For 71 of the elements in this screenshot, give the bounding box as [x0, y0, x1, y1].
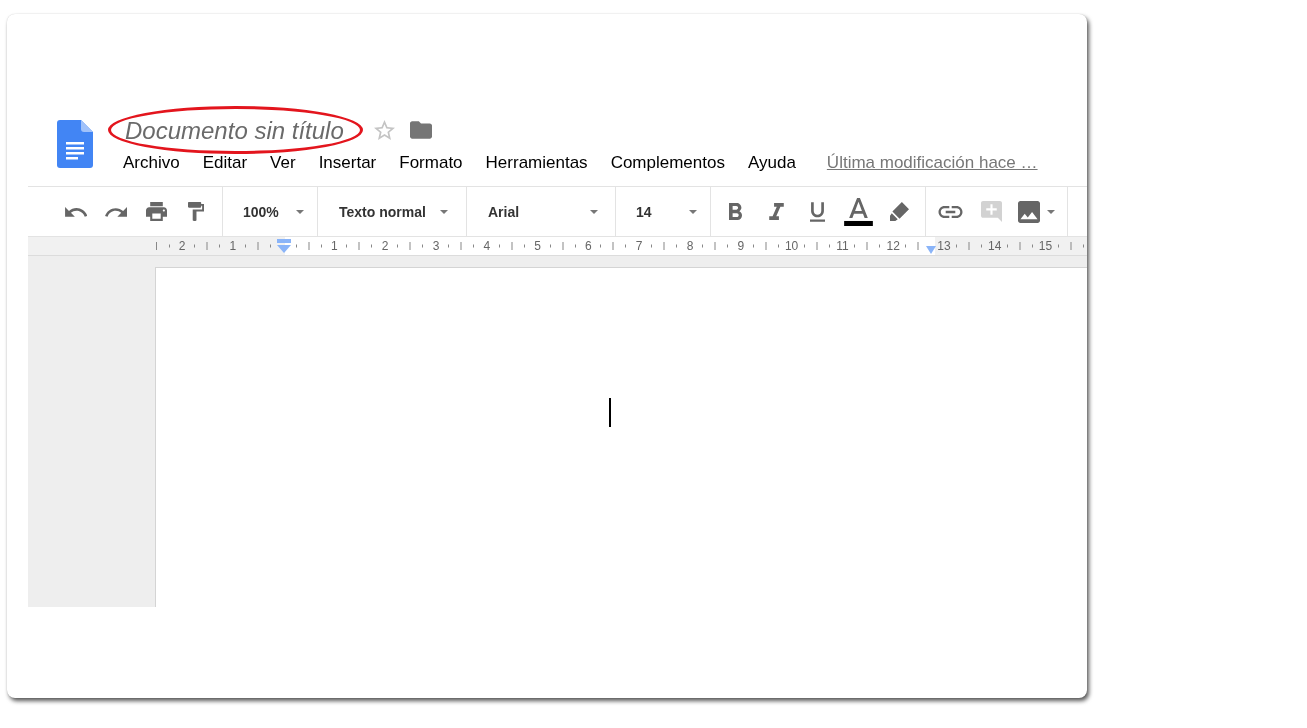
ruler-ticks-icon [295, 242, 322, 250]
ruler-number: 2 [381, 239, 389, 253]
folder-icon[interactable] [409, 121, 432, 139]
ruler-ticks-icon [701, 242, 728, 250]
ruler-number: 12 [886, 239, 900, 253]
ruler-ticks-icon [600, 242, 627, 250]
ruler-ticks-icon [156, 242, 170, 250]
caret-icon [1047, 209, 1055, 214]
ruler-number: 8 [686, 239, 694, 253]
ruler-number: 9 [737, 239, 745, 253]
ruler-ticks-icon [549, 242, 576, 250]
ruler-number: 11 [836, 239, 849, 253]
ruler-number: 5 [534, 239, 541, 253]
menu-item[interactable]: Ver [258, 153, 308, 173]
ruler-number: 14 [988, 239, 1002, 253]
document-icon[interactable] [57, 120, 93, 168]
image-icon [1018, 200, 1040, 223]
ruler-ticks-icon [752, 242, 779, 250]
document-title[interactable]: Documento sin título [125, 115, 344, 145]
menu-item[interactable]: Formato [387, 153, 475, 173]
undo-icon [65, 206, 87, 217]
font-dropdown[interactable]: Arial [467, 187, 615, 236]
ruler-number: 13 [937, 239, 951, 253]
ruler-ticks-icon [498, 242, 525, 250]
ruler-ticks-icon [905, 242, 920, 250]
font-size-dropdown[interactable]: 14 [616, 187, 710, 236]
ruler-ticks-icon [803, 242, 830, 250]
ruler-number: 2 [178, 239, 186, 253]
link-icon [937, 205, 963, 218]
ruler-ticks-icon [1057, 242, 1084, 250]
menu-item[interactable]: Ayuda [736, 153, 808, 173]
ruler-ticks-icon [854, 242, 881, 250]
zoom-dropdown[interactable]: 100% [223, 187, 317, 236]
ruler-ticks-icon [194, 242, 220, 250]
caret-icon [590, 209, 598, 214]
caret-icon [440, 209, 448, 214]
menu-item[interactable]: Complementos [599, 153, 737, 173]
indent-marker-icon[interactable] [276, 239, 291, 253]
indent-marker-icon[interactable] [925, 246, 936, 254]
redo-icon [105, 206, 127, 217]
menu-item[interactable]: Archivo [111, 153, 192, 173]
caret-icon [296, 209, 304, 214]
ruler-ticks-icon [1006, 242, 1033, 250]
printer-icon [145, 202, 167, 221]
paint-roller-icon [188, 202, 204, 221]
marker-icon [889, 202, 909, 221]
ruler-ticks-icon [346, 242, 373, 250]
ruler-number: 4 [483, 239, 491, 253]
bold-icon [728, 203, 742, 220]
menu-item[interactable]: Insertar [307, 153, 388, 173]
ruler-number: 1 [331, 239, 338, 253]
underline-icon [809, 201, 825, 222]
ruler-ticks-icon [955, 242, 982, 250]
ruler-ticks-icon [397, 242, 424, 250]
ruler-ticks-icon [244, 242, 271, 250]
style-dropdown[interactable]: Texto normal [318, 187, 466, 236]
caret-icon [689, 209, 697, 214]
ruler-number: 6 [585, 239, 592, 253]
star-icon[interactable] [373, 120, 395, 140]
menu-item[interactable]: Editar [191, 153, 259, 173]
ruler-ticks-icon [448, 242, 474, 250]
ruler-number: 7 [635, 239, 643, 253]
menu-item[interactable]: Herramientas [474, 153, 600, 173]
italic-icon [768, 203, 784, 220]
ruler-number: 3 [432, 239, 440, 253]
last-edit-link[interactable]: Última modificación hace … [826, 153, 1038, 173]
ruler-number: 1 [229, 239, 237, 253]
ruler-ticks-icon [651, 242, 678, 250]
ruler-number: 10 [784, 239, 799, 253]
ruler-number: 15 [1038, 239, 1053, 253]
add-comment-icon [980, 201, 1002, 222]
